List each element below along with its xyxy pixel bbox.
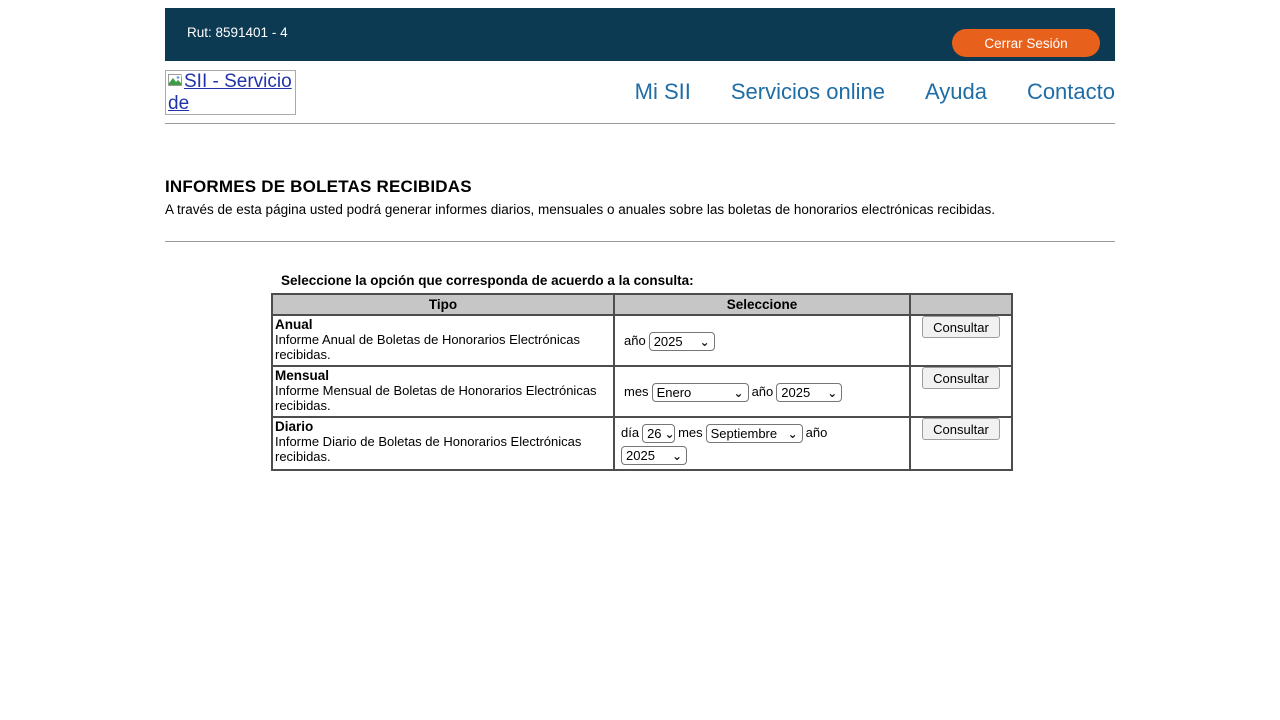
consultar-anual-button[interactable]: Consultar <box>922 316 1000 338</box>
header-empty <box>910 294 1012 315</box>
anual-year-select[interactable]: 2025⌄ <box>649 332 715 351</box>
nav-link-contacto[interactable]: Contacto <box>1027 79 1115 105</box>
row-type-label: Diario <box>275 419 313 434</box>
table-row-anual: Anual Informe Anual de Boletas de Honora… <box>272 315 1012 366</box>
chevron-down-icon: ⌄ <box>827 388 837 398</box>
chevron-down-icon: ⌄ <box>788 429 798 439</box>
form-prompt: Seleccione la opción que corresponda de … <box>281 273 1115 288</box>
table-row-diario: Diario Informe Diario de Boletas de Hono… <box>272 417 1012 470</box>
main-nav: Mi SII Servicios online Ayuda Contacto <box>635 79 1115 105</box>
header-tipo: Tipo <box>272 294 614 315</box>
row-type-description: Informe Anual de Boletas de Honorarios E… <box>275 332 580 362</box>
report-options-table: Tipo Seleccione Anual Informe Anual de B… <box>271 293 1013 471</box>
chevron-down-icon: ⌄ <box>665 429 675 439</box>
mes-label: mes <box>678 425 703 440</box>
nav-link-servicios-online[interactable]: Servicios online <box>731 79 885 105</box>
logout-button[interactable]: Cerrar Sesión <box>952 29 1100 57</box>
table-header-row: Tipo Seleccione <box>272 294 1012 315</box>
chevron-down-icon: ⌄ <box>672 451 682 461</box>
row-type-description: Informe Mensual de Boletas de Honorarios… <box>275 383 597 413</box>
page-description: A través de esta página usted podrá gene… <box>165 202 1115 217</box>
topbar: Rut: 8591401 - 4 Cerrar Sesión <box>165 8 1115 61</box>
mes-label: mes <box>624 384 649 399</box>
logo-alt-text: SII - Servicio de <box>168 71 292 114</box>
rut-label: Rut: 8591401 - 4 <box>187 25 288 40</box>
page-title: INFORMES DE BOLETAS RECIBIDAS <box>165 177 1115 197</box>
ano-label: año <box>624 333 646 348</box>
page-container: Rut: 8591401 - 4 Cerrar Sesión SII - Ser… <box>165 0 1115 471</box>
diario-year-select[interactable]: 2025⌄ <box>621 446 687 465</box>
dia-label: día <box>621 425 639 440</box>
row-type-description: Informe Diario de Boletas de Honorarios … <box>275 434 581 464</box>
nav-link-mi-sii[interactable]: Mi SII <box>635 79 691 105</box>
header: SII - Servicio de Mi SII Servicios onlin… <box>165 61 1115 124</box>
row-type-label: Mensual <box>275 368 329 383</box>
diario-day-select[interactable]: 26⌄ <box>642 424 675 443</box>
ano-label: año <box>806 425 828 440</box>
ano-label: año <box>752 384 774 399</box>
diario-month-select[interactable]: Septiembre⌄ <box>706 424 803 443</box>
consultar-mensual-button[interactable]: Consultar <box>922 367 1000 389</box>
chevron-down-icon: ⌄ <box>734 388 744 398</box>
mensual-month-select[interactable]: Enero⌄ <box>652 383 749 402</box>
consultar-diario-button[interactable]: Consultar <box>922 418 1000 440</box>
mensual-year-select[interactable]: 2025⌄ <box>776 383 842 402</box>
table-row-mensual: Mensual Informe Mensual de Boletas de Ho… <box>272 366 1012 417</box>
row-type-label: Anual <box>275 317 313 332</box>
header-seleccione: Seleccione <box>614 294 910 315</box>
broken-image-icon <box>168 71 183 84</box>
logo-link[interactable]: SII - Servicio de <box>165 70 296 115</box>
section-divider <box>165 241 1115 242</box>
chevron-down-icon: ⌄ <box>700 337 710 347</box>
nav-link-ayuda[interactable]: Ayuda <box>925 79 987 105</box>
